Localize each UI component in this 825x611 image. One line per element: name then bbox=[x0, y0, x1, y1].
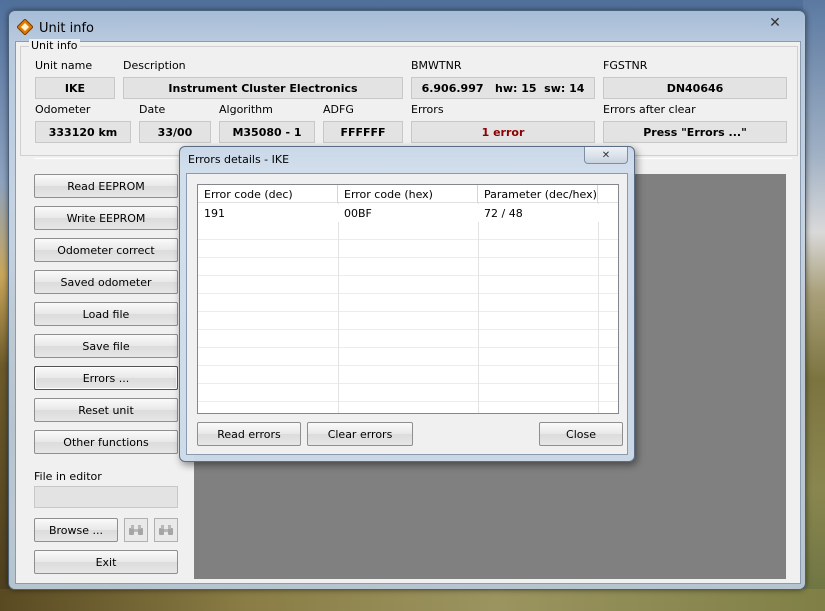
unit-name-label: Unit name bbox=[35, 59, 93, 72]
clear-errors-button[interactable]: Clear errors bbox=[307, 422, 413, 446]
adfg-value: FFFFFF bbox=[323, 121, 403, 143]
errors-label: Errors bbox=[411, 103, 444, 116]
bmwtnr-label: BMWTNR bbox=[411, 59, 462, 72]
table-cell: 191 bbox=[204, 206, 225, 220]
window-close-button[interactable]: ✕ bbox=[753, 13, 797, 33]
window-title: Unit info bbox=[39, 21, 94, 36]
save-file-button[interactable]: Save file bbox=[34, 334, 178, 358]
table-row[interactable]: 191 00BF 72 / 48 bbox=[198, 204, 618, 222]
table-gridlines bbox=[198, 204, 618, 413]
bmwtnr-value: 6.906.997 hw: 15 sw: 14 bbox=[411, 77, 595, 99]
read-eeprom-button[interactable]: Read EEPROM bbox=[34, 174, 178, 198]
read-errors-button[interactable]: Read errors bbox=[197, 422, 301, 446]
adfg-label: ADFG bbox=[323, 103, 354, 116]
binoculars-icon-glyph bbox=[129, 525, 143, 535]
table-cell: 00BF bbox=[344, 206, 372, 220]
odometer-label: Odometer bbox=[35, 103, 91, 116]
table-header: Error code (dec) Error code (hex) Parame… bbox=[198, 185, 618, 203]
errors-button[interactable]: Errors ... bbox=[34, 366, 178, 390]
dialog-client-area: Error code (dec) Error code (hex) Parame… bbox=[186, 173, 628, 455]
file-in-editor-label: File in editor bbox=[34, 470, 102, 483]
file-in-editor-field bbox=[34, 486, 178, 508]
odometer-correct-button[interactable]: Odometer correct bbox=[34, 238, 178, 262]
close-button[interactable]: Close bbox=[539, 422, 623, 446]
binoculars-icon[interactable] bbox=[124, 518, 148, 542]
other-functions-button[interactable]: Other functions bbox=[34, 430, 178, 454]
column-header-hex[interactable]: Error code (hex) bbox=[338, 185, 478, 203]
unit-info-legend: Unit info bbox=[29, 39, 80, 52]
date-label: Date bbox=[139, 103, 166, 116]
fgstnr-label: FGSTNR bbox=[603, 59, 648, 72]
write-eeprom-button[interactable]: Write EEPROM bbox=[34, 206, 178, 230]
browse-button[interactable]: Browse ... bbox=[34, 518, 118, 542]
column-header-filler bbox=[598, 185, 618, 203]
table-cell: 72 / 48 bbox=[484, 206, 523, 220]
exit-button[interactable]: Exit bbox=[34, 550, 178, 574]
odometer-value: 333120 km bbox=[35, 121, 131, 143]
description-value: Instrument Cluster Electronics bbox=[123, 77, 403, 99]
description-label: Description bbox=[123, 59, 186, 72]
errors-after-clear-label: Errors after clear bbox=[603, 103, 696, 116]
algorithm-value: M35080 - 1 bbox=[219, 121, 315, 143]
column-header-dec[interactable]: Error code (dec) bbox=[198, 185, 338, 203]
unit-info-group: Unit info Unit name IKE Description Inst… bbox=[20, 39, 798, 156]
column-header-parameter[interactable]: Parameter (dec/hex) bbox=[478, 185, 598, 203]
errors-table[interactable]: Error code (dec) Error code (hex) Parame… bbox=[197, 184, 619, 414]
unit-name-value: IKE bbox=[35, 77, 115, 99]
algorithm-label: Algorithm bbox=[219, 103, 273, 116]
errors-value: 1 error bbox=[411, 121, 595, 143]
desktop-background-right bbox=[803, 0, 825, 611]
errors-after-clear-value: Press "Errors ..." bbox=[603, 121, 787, 143]
app-icon bbox=[17, 19, 33, 35]
saved-odometer-button[interactable]: Saved odometer bbox=[34, 270, 178, 294]
reset-unit-button[interactable]: Reset unit bbox=[34, 398, 178, 422]
dialog-title: Errors details - IKE bbox=[188, 153, 290, 166]
errors-details-dialog: Errors details - IKE ✕ Error code (dec) … bbox=[179, 146, 635, 462]
title-bar[interactable]: Unit info ✕ bbox=[9, 11, 805, 43]
date-value: 33/00 bbox=[139, 121, 211, 143]
fgstnr-value: DN40646 bbox=[603, 77, 787, 99]
dialog-close-icon[interactable]: ✕ bbox=[584, 147, 628, 164]
binoculars-next-icon[interactable] bbox=[154, 518, 178, 542]
desktop-background-bottom bbox=[0, 589, 825, 611]
load-file-button[interactable]: Load file bbox=[34, 302, 178, 326]
binoculars-next-icon-glyph bbox=[159, 525, 173, 535]
